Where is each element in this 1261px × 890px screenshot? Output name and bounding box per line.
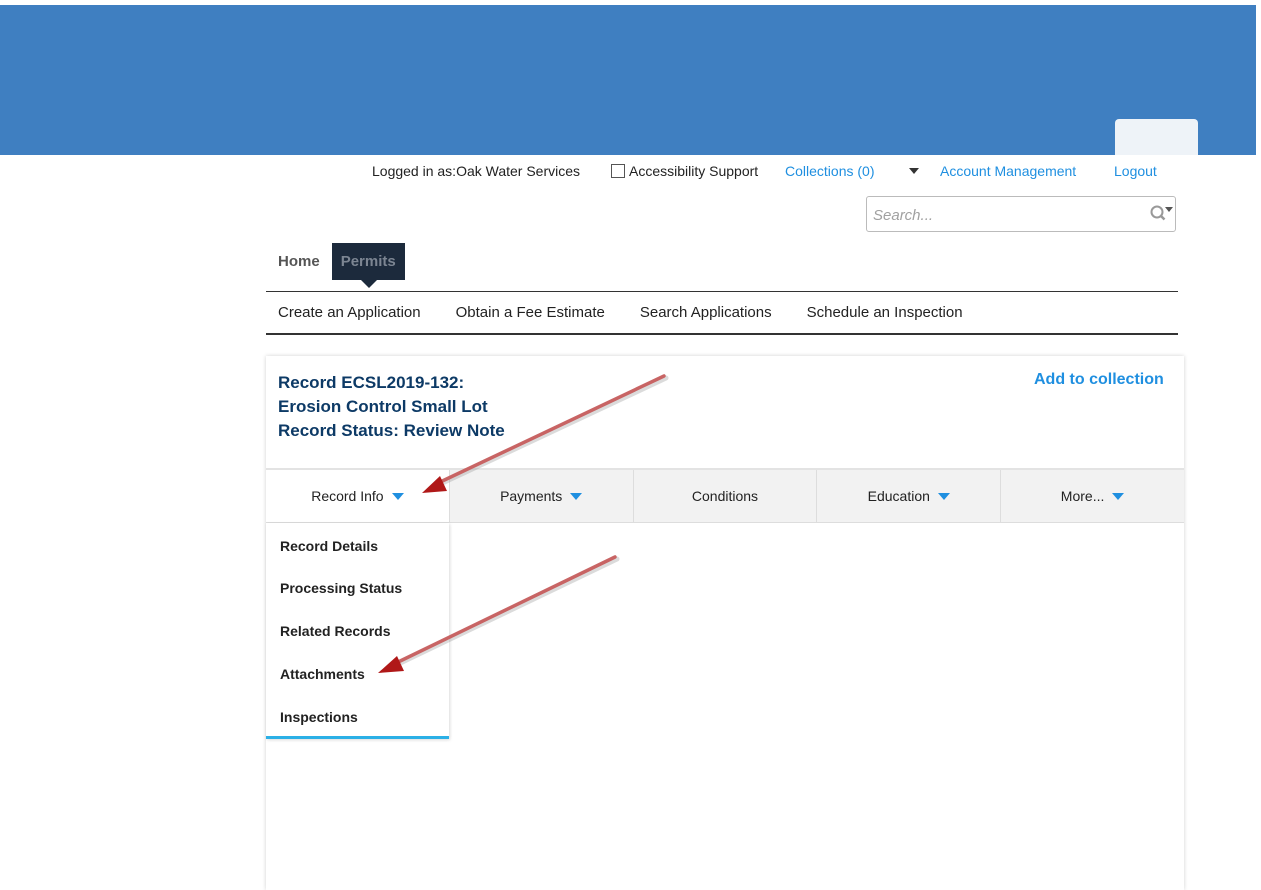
collections-dropdown[interactable]	[909, 160, 919, 182]
accessibility-toggle[interactable]: Accessibility Support	[611, 160, 758, 182]
menu-education[interactable]: Education	[817, 470, 1002, 522]
menu-payments[interactable]: Payments	[450, 470, 634, 522]
dropdown-attachments[interactable]: Attachments	[280, 666, 365, 682]
permits-subnav: Create an Application Obtain a Fee Estim…	[266, 291, 1178, 335]
dropdown-arrow-icon	[1112, 492, 1125, 500]
record-number: Record ECSL2019-132:	[278, 373, 465, 392]
record-info-dropdown: Record Details Processing Status Related…	[266, 523, 449, 739]
account-management-label[interactable]: Account Management	[940, 163, 1076, 179]
chevron-down-icon[interactable]	[909, 168, 919, 174]
search-box[interactable]	[866, 196, 1176, 232]
subnav-schedule-inspection[interactable]: Schedule an Inspection	[807, 304, 963, 321]
subnav-search-applications[interactable]: Search Applications	[640, 304, 772, 321]
record-status: Record Status: Review Note	[278, 421, 505, 440]
dropdown-arrow-icon	[570, 492, 583, 500]
menu-more-label: More...	[1060, 488, 1105, 504]
dropdown-record-details[interactable]: Record Details	[280, 538, 378, 554]
dropdown-processing-status[interactable]: Processing Status	[280, 580, 402, 596]
record-title: Record ECSL2019-132: Erosion Control Sma…	[278, 371, 505, 443]
accessibility-label: Accessibility Support	[629, 163, 759, 179]
accessibility-checkbox[interactable]	[611, 164, 625, 178]
logout-link[interactable]: Logout	[1114, 160, 1157, 182]
collections-link[interactable]: Collections (0)	[785, 160, 874, 182]
subnav-fee-estimate[interactable]: Obtain a Fee Estimate	[456, 304, 605, 321]
collections-label[interactable]: Collections (0)	[785, 163, 874, 179]
dropdown-arrow-icon	[937, 492, 950, 500]
add-to-collection-link[interactable]: Add to collection	[1034, 371, 1164, 389]
header-banner	[0, 5, 1256, 155]
tab-home[interactable]: Home	[266, 243, 332, 280]
record-type: Erosion Control Small Lot	[278, 397, 488, 416]
menu-more[interactable]: More...	[1001, 470, 1184, 522]
search-input[interactable]	[873, 203, 1123, 227]
menu-conditions-label: Conditions	[691, 488, 759, 504]
menu-record-info-label: Record Info	[311, 488, 384, 504]
tab-permits-label: Permits	[340, 253, 396, 270]
subnav-create-application[interactable]: Create an Application	[278, 304, 421, 321]
tab-permits[interactable]: Permits	[331, 243, 405, 288]
logout-label[interactable]: Logout	[1114, 163, 1157, 179]
logged-in-label: Logged in as:Oak Water Services	[372, 163, 581, 179]
menu-payments-label: Payments	[500, 488, 563, 504]
banner-tab[interactable]	[1115, 119, 1198, 155]
main-tabs: Home Permits	[266, 243, 405, 288]
menu-education-label: Education	[867, 488, 930, 504]
dropdown-arrow-icon	[391, 492, 404, 500]
tab-home-label: Home	[278, 253, 320, 270]
record-menu: Record Info Payments Conditions Educatio…	[266, 468, 1184, 523]
dropdown-inspections[interactable]: Inspections	[280, 709, 358, 725]
account-management-link[interactable]: Account Management	[940, 160, 1076, 182]
menu-record-info[interactable]: Record Info	[266, 470, 450, 522]
logged-in-text: Logged in as:Oak Water Services	[372, 160, 580, 182]
search-icon[interactable]	[1149, 204, 1173, 224]
dropdown-related-records[interactable]: Related Records	[280, 623, 390, 639]
menu-conditions[interactable]: Conditions	[634, 470, 818, 522]
